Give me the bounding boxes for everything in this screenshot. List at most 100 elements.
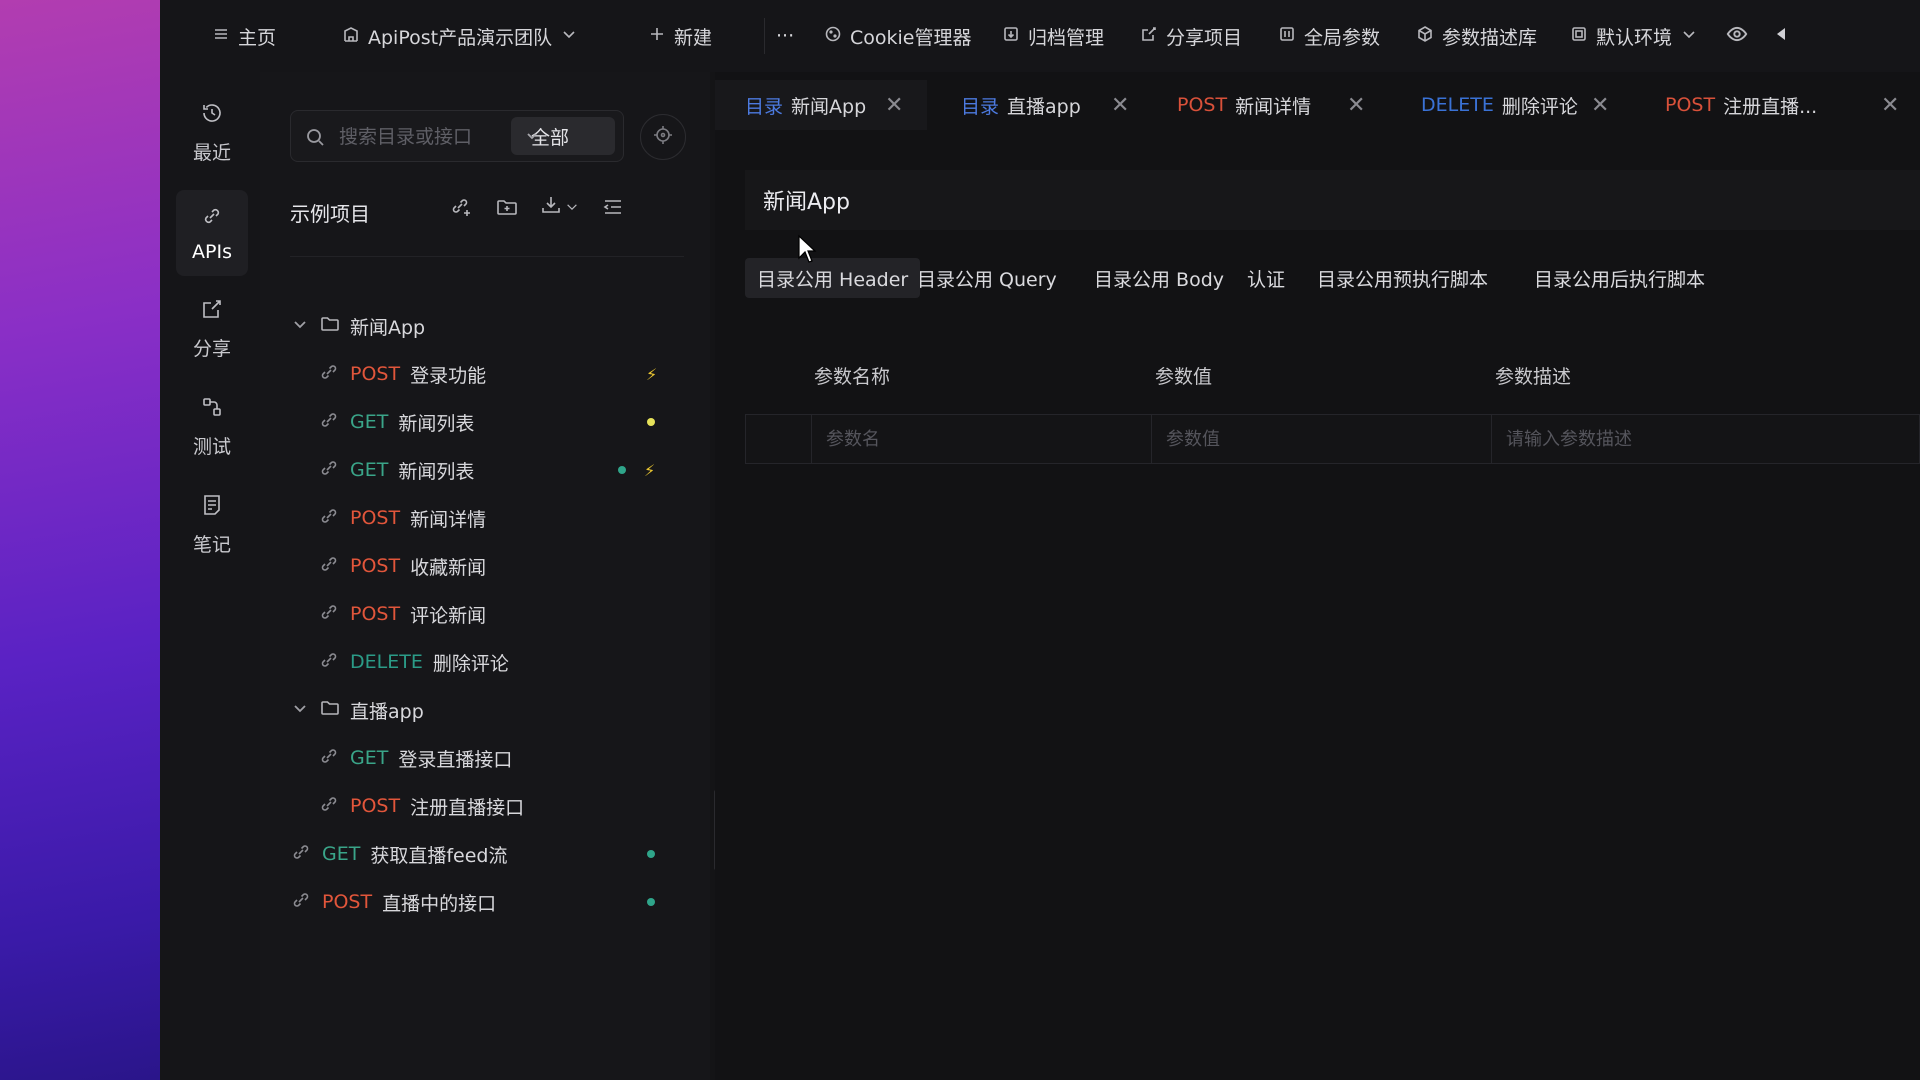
clock-icon xyxy=(200,101,224,130)
param-row xyxy=(745,414,1920,464)
tab-folder-query[interactable]: 目录公用 Query xyxy=(905,258,1069,298)
tab-post-news-detail[interactable]: POST 新闻详情 ✕ xyxy=(1177,80,1397,130)
triangle-left-icon xyxy=(1772,25,1790,48)
environment-icon xyxy=(1570,25,1588,48)
api-name: 收藏新闻 xyxy=(410,556,487,579)
link-icon xyxy=(200,204,224,233)
cookie-manager-button[interactable]: Cookie管理器 xyxy=(824,20,972,52)
main-panel: 目录 新闻App ✕ 目录 直播app ✕ POST 新闻详情 ✕ DELETE… xyxy=(715,72,1920,1080)
tab-auth[interactable]: 认证 xyxy=(1235,258,1297,298)
close-icon[interactable]: ✕ xyxy=(1881,93,1899,118)
rail-item-apis[interactable]: APIs xyxy=(176,190,248,276)
api-row[interactable]: GET 获取直播feed流 xyxy=(292,834,700,874)
api-tree-sidebar: 全部 示例项目 新闻AppPOST登录功能⚡GET新闻列表GET新闻列表⚡POS… xyxy=(260,72,710,1080)
rail-label: 分享 xyxy=(192,338,231,360)
row-status xyxy=(647,850,655,858)
home-button[interactable]: 主页 xyxy=(212,20,276,52)
http-method: GET xyxy=(350,411,389,433)
tab-zhibo-app[interactable]: 目录 直播app ✕ xyxy=(931,80,1151,130)
more-button[interactable]: ··· xyxy=(776,20,794,52)
bolt-icon: ⚡ xyxy=(644,460,656,480)
link-icon xyxy=(292,891,310,914)
http-method: DELETE xyxy=(350,651,423,673)
building-icon xyxy=(342,25,360,48)
row-checkbox-cell[interactable] xyxy=(746,415,812,463)
tab-folder-header[interactable]: 目录公用 Header xyxy=(745,258,921,298)
param-name-input[interactable] xyxy=(826,423,1132,455)
chevron-down-icon[interactable] xyxy=(292,315,308,337)
api-row[interactable]: POST 评论新闻 xyxy=(320,594,700,634)
api-row[interactable]: POST 直播中的接口 xyxy=(292,882,700,922)
api-row[interactable]: POST 注册直播接口 xyxy=(320,786,700,826)
tab-bar: 目录 新闻App ✕ 目录 直播app ✕ POST 新闻详情 ✕ DELETE… xyxy=(715,72,1920,138)
team-selector[interactable]: ApiPost产品演示团队 xyxy=(342,20,578,52)
search-input[interactable] xyxy=(339,121,509,153)
tab-delete-comment[interactable]: DELETE 删除评论 ✕ xyxy=(1421,80,1641,130)
chevron-down-icon xyxy=(1680,25,1698,48)
global-params-button[interactable]: 全局参数 xyxy=(1278,20,1380,52)
environment-label: 默认环境 xyxy=(1596,26,1673,49)
tab-prefix: 目录 xyxy=(745,95,784,118)
chevron-down-icon[interactable] xyxy=(292,699,308,721)
link-icon xyxy=(320,507,338,530)
close-icon[interactable]: ✕ xyxy=(885,93,903,118)
link-icon xyxy=(320,651,338,674)
api-row[interactable]: DELETE 删除评论 xyxy=(320,642,700,682)
filter-select[interactable]: 全部 xyxy=(511,117,615,155)
api-name: 直播中的接口 xyxy=(382,892,497,915)
tab-post-script[interactable]: 目录公用后执行脚本 xyxy=(1522,258,1717,298)
api-row[interactable]: POST 登录功能 ⚡ xyxy=(320,354,700,394)
row-status: ⚡ xyxy=(618,461,655,480)
http-method: POST xyxy=(350,363,401,385)
tab-pre-script[interactable]: 目录公用预执行脚本 xyxy=(1305,258,1500,298)
cube-icon xyxy=(1416,25,1434,48)
api-row[interactable]: GET 登录直播接口 xyxy=(320,738,700,778)
tab-folder-body[interactable]: 目录公用 Body xyxy=(1082,258,1236,298)
folder-row[interactable]: 直播app xyxy=(292,690,700,730)
eye-button[interactable] xyxy=(1726,20,1748,52)
share-icon xyxy=(1140,25,1158,48)
locate-button[interactable] xyxy=(640,114,686,160)
cookie-icon xyxy=(824,25,842,48)
folder-name: 新闻App xyxy=(350,316,426,339)
api-row[interactable]: GET 新闻列表 xyxy=(320,402,700,442)
archive-button[interactable]: 归档管理 xyxy=(1002,20,1104,52)
status-dot-green xyxy=(647,850,655,858)
api-name: 注册直播接口 xyxy=(410,796,525,819)
new-button[interactable]: 新建 xyxy=(648,20,712,52)
folder-row[interactable]: 新闻App xyxy=(292,306,700,346)
api-row[interactable]: POST 收藏新闻 xyxy=(320,546,700,586)
tab-xinwen-app[interactable]: 目录 新闻App ✕ xyxy=(715,80,927,130)
rail-item-notes[interactable]: 笔记 xyxy=(176,482,248,568)
tab-label: 新闻App xyxy=(791,95,867,118)
close-icon[interactable]: ✕ xyxy=(1347,93,1365,118)
link-icon xyxy=(320,555,338,578)
close-icon[interactable]: ✕ xyxy=(1591,93,1609,118)
api-name: 登录直播接口 xyxy=(398,748,513,771)
http-method: GET xyxy=(350,747,389,769)
collapse-button[interactable] xyxy=(1772,20,1790,52)
param-value-input[interactable] xyxy=(1166,423,1472,455)
rail-item-test[interactable]: 测试 xyxy=(176,384,248,470)
param-library-label: 参数描述库 xyxy=(1442,26,1538,49)
tab-post-register-live[interactable]: POST 注册直播... ✕ xyxy=(1665,80,1920,130)
rail-item-share[interactable]: 分享 xyxy=(176,286,248,372)
api-row[interactable]: GET 新闻列表 ⚡ xyxy=(320,450,700,490)
row-status xyxy=(647,418,655,426)
param-library-button[interactable]: 参数描述库 xyxy=(1416,20,1537,52)
close-icon[interactable]: ✕ xyxy=(1111,93,1129,118)
status-dot-green xyxy=(647,898,655,906)
api-name: 获取直播feed流 xyxy=(370,844,508,867)
http-method: GET xyxy=(322,843,361,865)
tab-prefix: POST xyxy=(1665,94,1716,116)
environment-selector[interactable]: 默认环境 xyxy=(1570,20,1698,52)
folder-icon xyxy=(320,314,340,339)
param-description-input[interactable] xyxy=(1506,423,1892,455)
rail-label: 最近 xyxy=(192,142,231,164)
share-project-button[interactable]: 分享项目 xyxy=(1140,20,1242,52)
rail-item-recent[interactable]: 最近 xyxy=(176,90,248,176)
link-icon xyxy=(320,603,338,626)
param-desc-cell xyxy=(1492,415,1920,463)
api-row[interactable]: POST 新闻详情 xyxy=(320,498,700,538)
eye-icon xyxy=(1726,23,1748,50)
